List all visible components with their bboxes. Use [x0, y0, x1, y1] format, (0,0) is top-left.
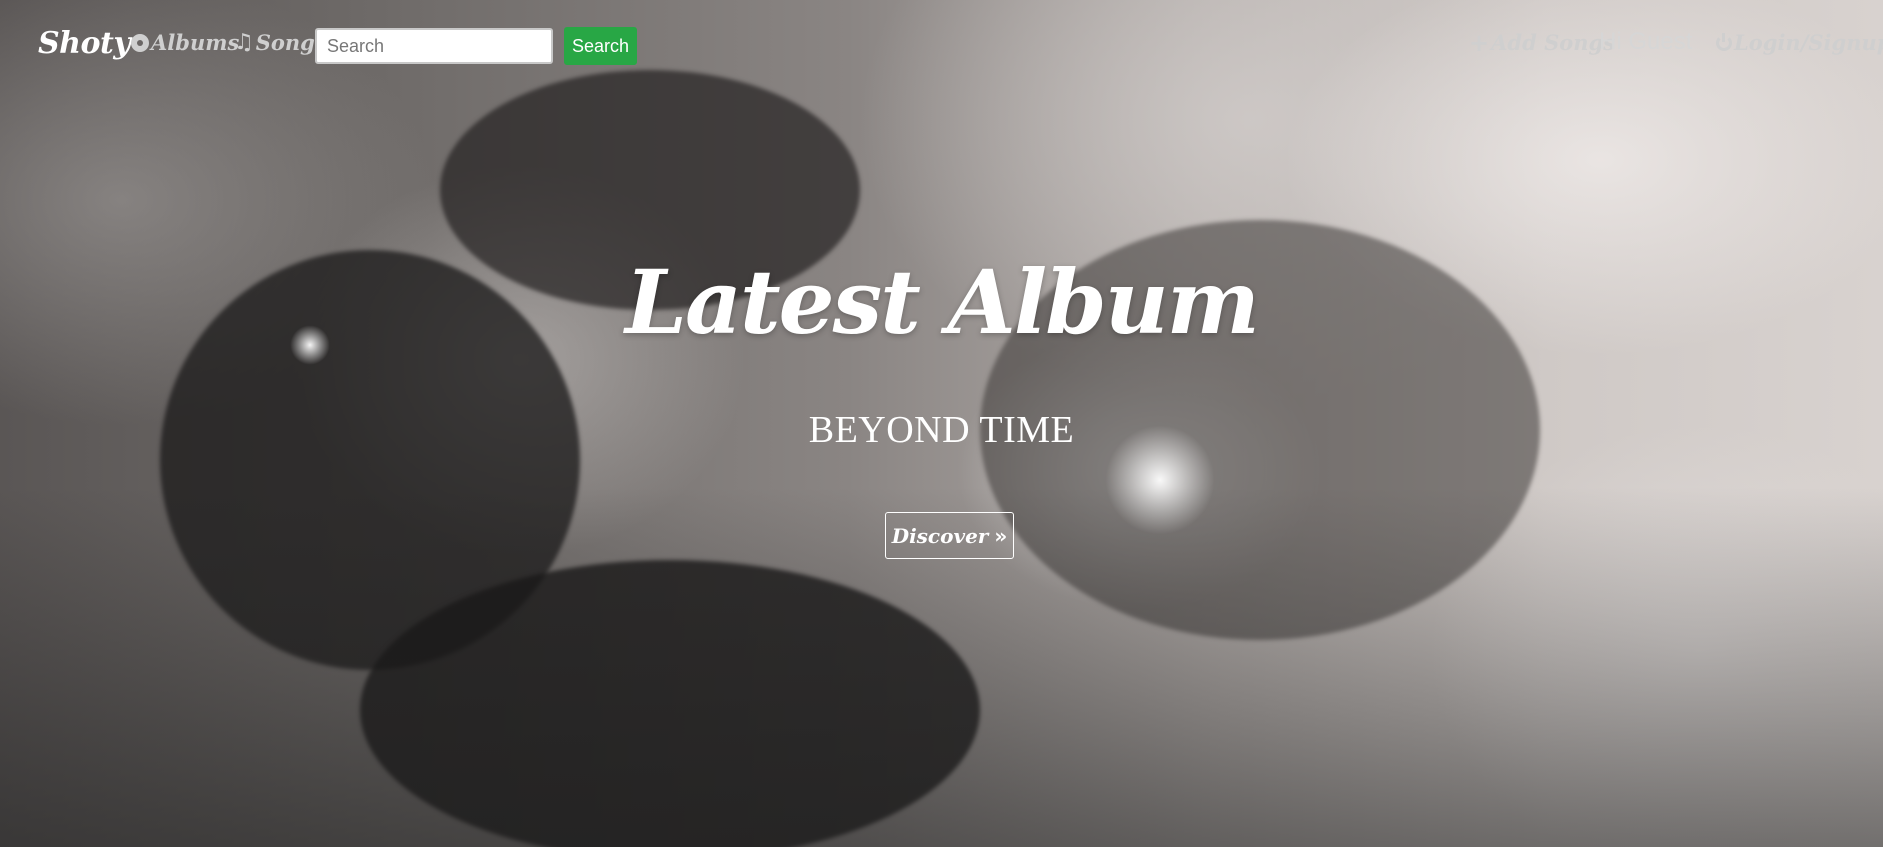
hero-title: Latest Album: [625, 250, 1260, 354]
disc-icon: [131, 33, 149, 52]
top-navbar: Shoty Albums ♫ Songs Search + Add Songs …: [0, 0, 1883, 92]
search-form: Search: [315, 27, 637, 65]
music-note-icon: ♫: [234, 29, 254, 55]
nav-albums-label: Albums: [151, 30, 240, 55]
nav-songs-link[interactable]: ♫ Songs: [234, 30, 327, 55]
user-greeting: Hi Guest: [1599, 28, 1693, 55]
album-name: BEYOND TIME: [808, 409, 1075, 451]
double-chevron-right-icon: »: [994, 523, 1008, 548]
landing-page: Shoty Albums ♫ Songs Search + Add Songs …: [0, 0, 1883, 847]
discover-button[interactable]: Discover »: [885, 512, 1014, 559]
nav-login-label: Login/Signup: [1734, 30, 1883, 55]
search-button[interactable]: Search: [564, 27, 637, 65]
search-input[interactable]: [315, 28, 553, 64]
discover-label: Discover: [891, 523, 989, 548]
brand-logo[interactable]: Shoty: [38, 26, 131, 61]
nav-add-songs-link[interactable]: + Add Songs: [1469, 30, 1615, 55]
nav-login-signup-link[interactable]: Login/Signup: [1716, 30, 1883, 55]
power-icon: [1716, 32, 1732, 51]
nav-albums-link[interactable]: Albums: [131, 30, 239, 55]
nav-add-songs-label: Add Songs: [1491, 30, 1616, 55]
plus-icon: +: [1469, 28, 1490, 57]
